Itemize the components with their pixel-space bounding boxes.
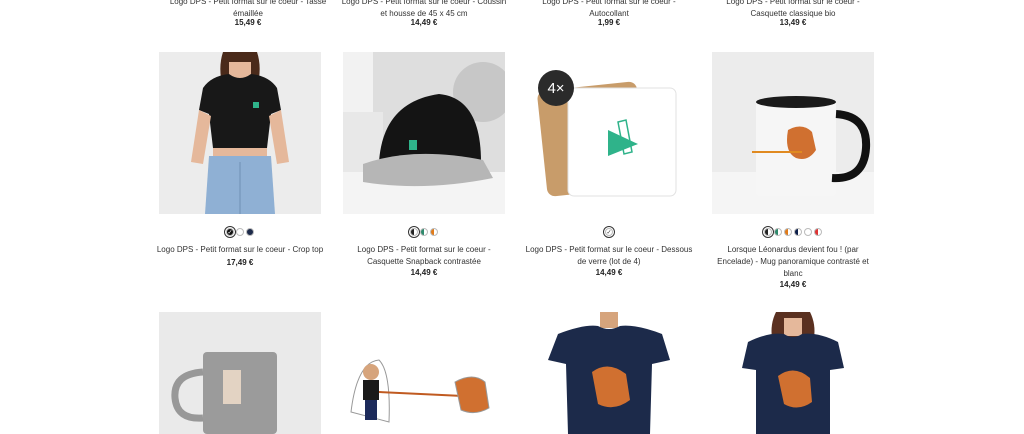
product-title[interactable]: Logo DPS - Petit format sur le coeur - A…: [521, 0, 697, 20]
product-title[interactable]: Logo DPS - Petit format sur le coeur - C…: [705, 0, 881, 20]
product-title[interactable]: Logo DPS - Petit format sur le coeur - C…: [147, 244, 333, 256]
product-title[interactable]: Lorsque Léonardus devient fou ! (par Enc…: [696, 244, 890, 280]
woman-crop-top-icon: [159, 52, 321, 214]
product-image-tshirt[interactable]: [528, 312, 690, 434]
product-image-coasters[interactable]: 4×: [528, 52, 690, 214]
product-title[interactable]: Logo DPS - Petit format sur le coeur - D…: [516, 244, 702, 268]
quantity-badge: 4×: [538, 70, 574, 106]
product-title[interactable]: Logo DPS - Petit format sur le coeur - T…: [160, 0, 336, 20]
product-price: 17,49 €: [226, 258, 254, 267]
product-price: 15,49 €: [234, 18, 262, 27]
color-swatch[interactable]: [794, 228, 802, 236]
product-image-dark-mug[interactable]: [159, 312, 321, 434]
color-swatch[interactable]: [762, 226, 774, 238]
color-swatch[interactable]: [236, 228, 244, 236]
product-price: 14,49 €: [779, 280, 807, 289]
product-image-women-tshirt[interactable]: [712, 312, 874, 434]
color-swatch[interactable]: [784, 228, 792, 236]
color-swatch[interactable]: [774, 228, 782, 236]
mug-icon: [159, 312, 321, 434]
product-grid-page: Logo DPS - Petit format sur le coeur - T…: [0, 0, 1024, 434]
color-swatches: ✓: [159, 226, 321, 238]
color-swatch[interactable]: ✓: [224, 226, 236, 238]
product-price: 14,49 €: [595, 268, 623, 277]
product-price: 14,49 €: [410, 18, 438, 27]
color-swatches: [343, 226, 505, 238]
color-swatch[interactable]: [408, 226, 420, 238]
product-image-mug[interactable]: [712, 52, 874, 214]
color-swatch[interactable]: [420, 228, 428, 236]
product-title[interactable]: Logo DPS - Petit format sur le coeur - C…: [336, 0, 512, 20]
color-swatch[interactable]: [804, 228, 812, 236]
product-image-snapback-cap[interactable]: [343, 52, 505, 214]
product-price: 14,49 €: [410, 268, 438, 277]
mug-icon: [712, 52, 874, 214]
product-title[interactable]: Logo DPS - Petit format sur le coeur - C…: [331, 244, 517, 268]
product-image-crop-top[interactable]: [159, 52, 321, 214]
product-price: 1,99 €: [597, 18, 621, 27]
color-swatch[interactable]: [246, 228, 254, 236]
product-image-sticker[interactable]: [343, 312, 505, 434]
product-price: 13,49 €: [779, 18, 807, 27]
color-swatches: ✓: [528, 226, 690, 238]
color-swatches: [712, 226, 874, 238]
tshirt-icon: [528, 312, 690, 434]
cap-icon: [343, 52, 505, 214]
color-swatch[interactable]: [814, 228, 822, 236]
color-swatch[interactable]: ✓: [603, 226, 615, 238]
sticker-icon: [343, 312, 505, 434]
tshirt-icon: [712, 312, 874, 434]
color-swatch[interactable]: [430, 228, 438, 236]
